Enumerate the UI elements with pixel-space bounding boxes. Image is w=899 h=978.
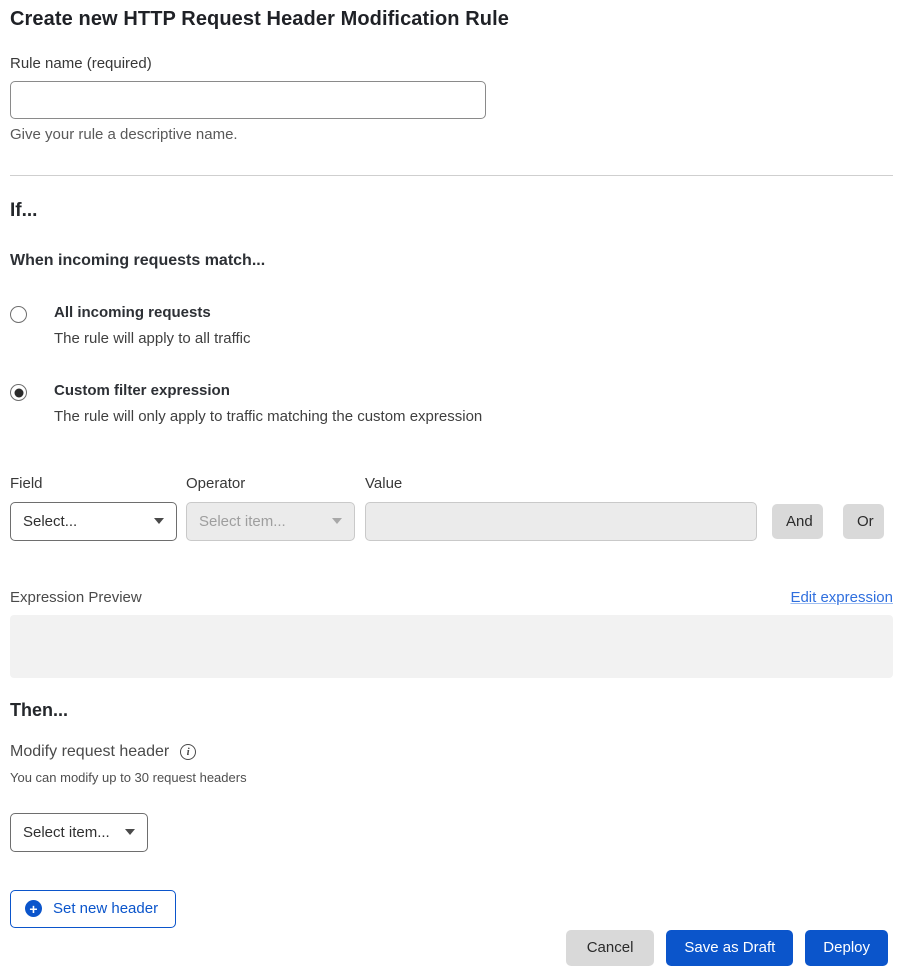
rule-name-label: Rule name (required) <box>10 55 893 72</box>
expression-builder-row: Field Select... Operator Select item... … <box>10 475 893 541</box>
header-operation-select[interactable]: Select item... <box>10 813 148 852</box>
modify-helper-text: You can modify up to 30 request headers <box>10 770 893 785</box>
radio-option-all-requests[interactable]: All incoming requests The rule will appl… <box>10 304 893 348</box>
save-as-draft-button[interactable]: Save as Draft <box>666 930 793 966</box>
radio-label-custom-filter[interactable]: Custom filter expression <box>54 382 482 401</box>
radio-button-selected[interactable] <box>10 384 27 401</box>
radio-button-unselected[interactable] <box>10 306 27 323</box>
expression-preview-label: Expression Preview <box>10 589 142 606</box>
rule-name-helper: Give your rule a descriptive name. <box>10 126 893 143</box>
footer-actions: Cancel Save as Draft Deploy <box>10 930 893 966</box>
field-select-value: Select... <box>23 513 77 530</box>
radio-desc-custom-filter: The rule will only apply to traffic matc… <box>54 407 482 427</box>
field-select[interactable]: Select... <box>10 502 177 541</box>
field-label: Field <box>10 475 177 492</box>
and-button[interactable]: And <box>772 504 823 539</box>
value-label: Value <box>365 475 757 492</box>
set-new-header-button[interactable]: + Set new header <box>10 890 176 928</box>
edit-expression-link[interactable]: Edit expression <box>790 589 893 606</box>
chevron-down-icon <box>332 518 342 524</box>
deploy-button[interactable]: Deploy <box>805 930 888 966</box>
rule-name-group: Rule name (required) Give your rule a de… <box>10 55 893 143</box>
expression-preview-header: Expression Preview Edit expression <box>10 589 893 606</box>
rule-name-input[interactable] <box>10 81 486 119</box>
operator-select-value: Select item... <box>199 513 286 530</box>
modify-request-header-label: Modify request header <box>10 743 169 761</box>
match-subheading: When incoming requests match... <box>10 252 893 270</box>
page-title: Create new HTTP Request Header Modificat… <box>10 8 893 31</box>
then-heading: Then... <box>10 700 893 721</box>
section-divider <box>10 175 893 176</box>
expression-preview-box <box>10 615 893 678</box>
if-heading: If... <box>10 200 893 222</box>
plus-circle-icon: + <box>25 900 42 917</box>
operator-select: Select item... <box>186 502 355 541</box>
radio-desc-all-requests: The rule will apply to all traffic <box>54 329 250 349</box>
chevron-down-icon <box>125 829 135 835</box>
operator-label: Operator <box>186 475 355 492</box>
value-input <box>365 502 757 541</box>
set-new-header-label: Set new header <box>53 900 158 917</box>
chevron-down-icon <box>154 518 164 524</box>
or-button[interactable]: Or <box>843 504 884 539</box>
header-operation-select-value: Select item... <box>23 824 110 841</box>
create-rule-page: Create new HTTP Request Header Modificat… <box>0 0 899 978</box>
cancel-button[interactable]: Cancel <box>566 930 655 966</box>
radio-label-all-requests[interactable]: All incoming requests <box>54 304 250 323</box>
info-icon[interactable]: i <box>180 744 196 760</box>
radio-option-custom-filter[interactable]: Custom filter expression The rule will o… <box>10 382 893 426</box>
